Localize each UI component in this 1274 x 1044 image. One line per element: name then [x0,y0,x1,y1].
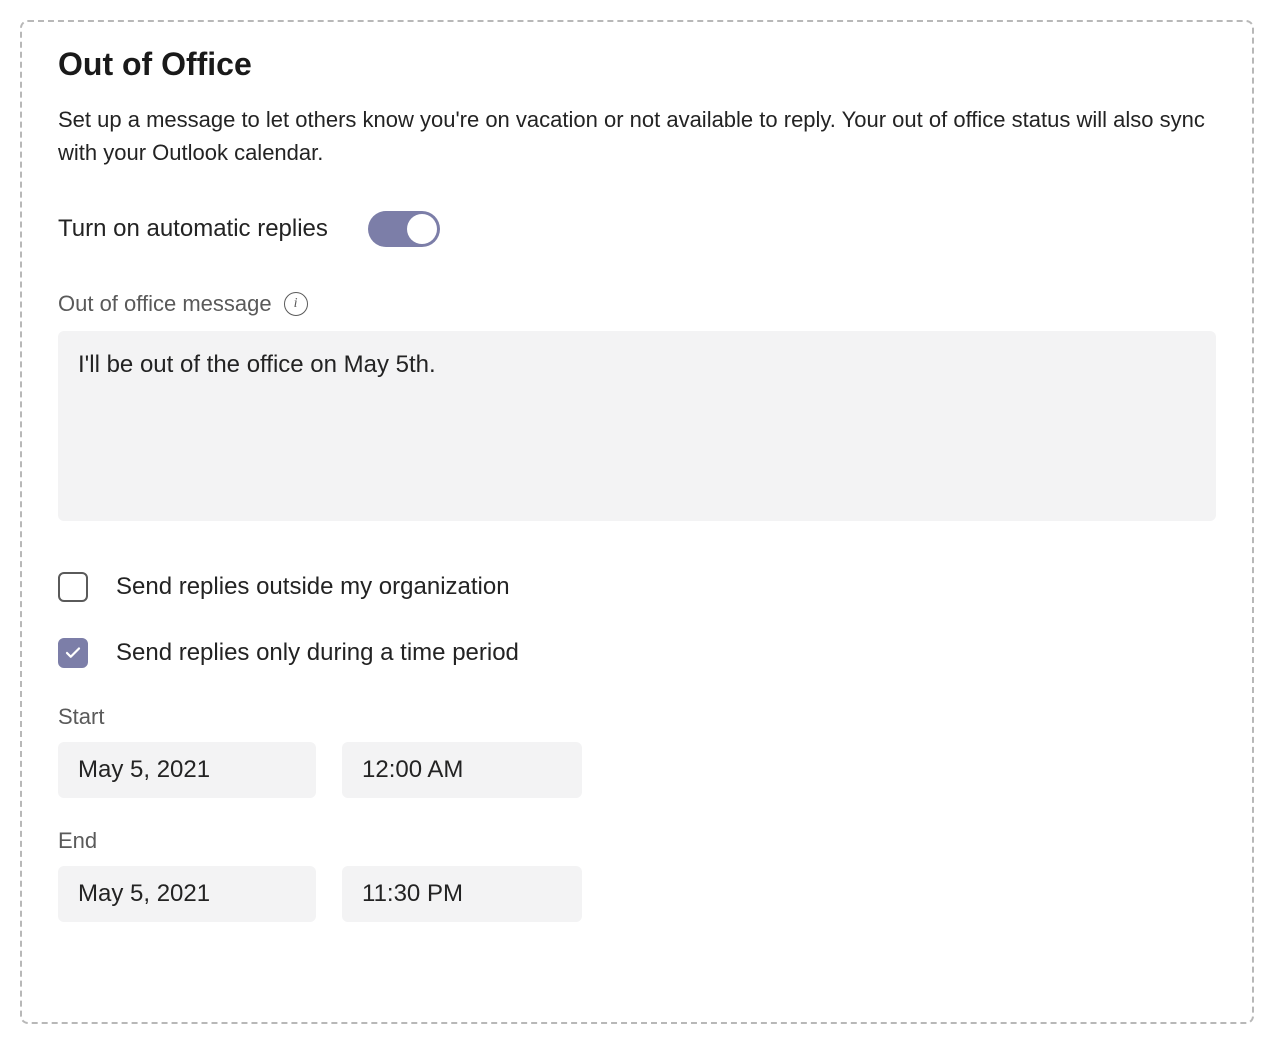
out-of-office-message-input[interactable] [58,331,1216,521]
automatic-replies-toggle-row: Turn on automatic replies [58,211,1216,247]
time-period-checkbox[interactable] [58,638,88,668]
message-label-row: Out of office message i [58,291,1216,317]
description-text: Set up a message to let others know you'… [58,103,1216,169]
automatic-replies-toggle[interactable] [368,211,440,247]
info-icon[interactable]: i [284,292,308,316]
end-label: End [58,828,1216,854]
out-of-office-panel: Out of Office Set up a message to let ot… [20,20,1254,1024]
end-inputs: May 5, 2021 11:30 PM [58,866,1216,922]
time-period-checkbox-row: Send replies only during a time period [58,638,1216,668]
start-inputs: May 5, 2021 12:00 AM [58,742,1216,798]
outside-org-checkbox[interactable] [58,572,88,602]
automatic-replies-label: Turn on automatic replies [58,215,328,243]
outside-org-checkbox-row: Send replies outside my organization [58,572,1216,602]
time-period-label[interactable]: Send replies only during a time period [116,639,519,667]
end-time-input[interactable]: 11:30 PM [342,866,582,922]
start-label: Start [58,704,1216,730]
toggle-knob [407,214,437,244]
page-title: Out of Office [58,46,1216,83]
schedule-section: Start May 5, 2021 12:00 AM End May 5, 20… [58,704,1216,922]
message-label: Out of office message [58,291,272,317]
start-time-input[interactable]: 12:00 AM [342,742,582,798]
outside-org-label[interactable]: Send replies outside my organization [116,573,510,601]
end-date-input[interactable]: May 5, 2021 [58,866,316,922]
start-date-input[interactable]: May 5, 2021 [58,742,316,798]
